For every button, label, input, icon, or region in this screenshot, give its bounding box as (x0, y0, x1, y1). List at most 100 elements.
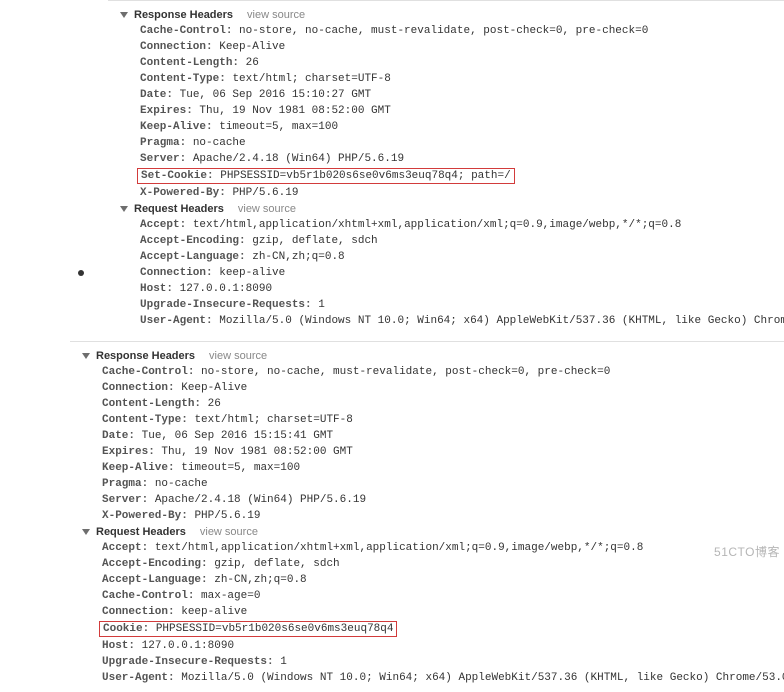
header-row: Connection: Keep-Alive (120, 39, 784, 55)
header-name: Host: (140, 283, 173, 295)
header-name: Content-Length: (140, 57, 239, 69)
header-row: Host: 127.0.0.1:8090 (82, 638, 784, 654)
header-name: Accept-Encoding: (140, 235, 246, 247)
header-row: Connection: Keep-Alive (82, 380, 784, 396)
header-value: PHP/5.6.19 (194, 510, 260, 522)
header-name: Expires: (140, 105, 193, 117)
header-name: Accept: (140, 219, 186, 231)
highlight-box: Cookie: PHPSESSID=vb5r1b020s6se0v6ms3euq… (99, 621, 397, 637)
header-value: 26 (208, 398, 221, 410)
header-value: Thu, 19 Nov 1981 08:52:00 GMT (161, 446, 352, 458)
header-value: no-store, no-cache, must-revalidate, pos… (201, 366, 610, 378)
view-source-link[interactable]: view source (238, 203, 296, 215)
header-row: Accept-Encoding: gzip, deflate, sdch (120, 233, 784, 249)
view-source-link[interactable]: view source (247, 9, 305, 21)
request-headers-list: Accept: text/html,application/xhtml+xml,… (82, 540, 784, 686)
header-row: Content-Length: 26 (120, 55, 784, 71)
header-value: 127.0.0.1:8090 (142, 640, 234, 652)
header-value: timeout=5, max=100 (219, 121, 338, 133)
header-row: Accept-Encoding: gzip, deflate, sdch (82, 556, 784, 572)
triangle-down-icon (82, 529, 90, 535)
header-value: text/html; charset=UTF-8 (194, 414, 352, 426)
header-name: User-Agent: (102, 672, 175, 684)
devtools-panel-1: Response Headers view source Cache-Contr… (108, 0, 784, 335)
header-row: Keep-Alive: timeout=5, max=100 (120, 119, 784, 135)
triangle-down-icon (82, 353, 90, 359)
header-row: Accept-Language: zh-CN,zh;q=0.8 (120, 249, 784, 265)
header-row: Accept: text/html,application/xhtml+xml,… (82, 540, 784, 556)
header-value: Apache/2.4.18 (Win64) PHP/5.6.19 (155, 494, 366, 506)
header-name: Content-Length: (102, 398, 201, 410)
header-row: Host: 127.0.0.1:8090 (120, 281, 784, 297)
header-row: Server: Apache/2.4.18 (Win64) PHP/5.6.19 (120, 151, 784, 167)
view-source-link[interactable]: view source (209, 350, 267, 362)
highlight-box: Set-Cookie: PHPSESSID=vb5r1b020s6se0v6ms… (137, 168, 515, 184)
response-headers-section[interactable]: Response Headers view source (82, 348, 784, 364)
section-title: Response Headers (96, 350, 195, 362)
header-row: Server: Apache/2.4.18 (Win64) PHP/5.6.19 (82, 492, 784, 508)
view-source-link[interactable]: view source (200, 526, 258, 538)
header-value: keep-alive (181, 606, 247, 618)
header-name: Connection: (102, 606, 175, 618)
header-value: zh-CN,zh;q=0.8 (252, 251, 344, 263)
header-name: Connection: (140, 41, 213, 53)
header-value: no-cache (193, 137, 246, 149)
request-headers-list: Accept: text/html,application/xhtml+xml,… (120, 217, 784, 329)
bullet-icon (78, 270, 84, 276)
header-value: zh-CN,zh;q=0.8 (214, 574, 306, 586)
header-name: Server: (140, 153, 186, 165)
header-value: 127.0.0.1:8090 (180, 283, 272, 295)
header-name: Cache-Control: (140, 25, 232, 37)
header-value: no-cache (155, 478, 208, 490)
request-headers-section[interactable]: Request Headers view source (120, 201, 784, 217)
header-row: Expires: Thu, 19 Nov 1981 08:52:00 GMT (120, 103, 784, 119)
header-row: Content-Type: text/html; charset=UTF-8 (120, 71, 784, 87)
header-name: Accept-Language: (102, 574, 208, 586)
header-row: Keep-Alive: timeout=5, max=100 (82, 460, 784, 476)
header-row: Date: Tue, 06 Sep 2016 15:15:41 GMT (82, 428, 784, 444)
watermark-text: 51CTO博客 (714, 543, 780, 560)
header-value: 1 (318, 299, 325, 311)
header-row: Accept-Language: zh-CN,zh;q=0.8 (82, 572, 784, 588)
header-value: Thu, 19 Nov 1981 08:52:00 GMT (199, 105, 390, 117)
header-name: Connection: (102, 382, 175, 394)
header-name: Expires: (102, 446, 155, 458)
request-headers-section[interactable]: Request Headers view source (82, 524, 784, 540)
header-name: Accept: (102, 542, 148, 554)
header-name: User-Agent: (140, 315, 213, 327)
header-name: Server: (102, 494, 148, 506)
header-name: Cache-Control: (102, 590, 194, 602)
header-row: User-Agent: Mozilla/5.0 (Windows NT 10.0… (120, 313, 784, 329)
header-name: Cache-Control: (102, 366, 194, 378)
header-name: Keep-Alive: (140, 121, 213, 133)
header-name: Date: (140, 89, 173, 101)
header-value: PHP/5.6.19 (232, 187, 298, 199)
header-value: PHPSESSID=vb5r1b020s6se0v6ms3euq78q4 (156, 623, 394, 635)
header-row: Content-Type: text/html; charset=UTF-8 (82, 412, 784, 428)
response-headers-section[interactable]: Response Headers view source (120, 7, 784, 23)
header-value: text/html; charset=UTF-8 (232, 73, 390, 85)
header-row: X-Powered-By: PHP/5.6.19 (120, 185, 784, 201)
header-row: Expires: Thu, 19 Nov 1981 08:52:00 GMT (82, 444, 784, 460)
header-row: Cache-Control: no-store, no-cache, must-… (120, 23, 784, 39)
header-row: Pragma: no-cache (82, 476, 784, 492)
triangle-down-icon (120, 12, 128, 18)
header-name: X-Powered-By: (102, 510, 188, 522)
header-row: Set-Cookie: PHPSESSID=vb5r1b020s6se0v6ms… (120, 167, 784, 185)
header-row: Upgrade-Insecure-Requests: 1 (82, 654, 784, 670)
header-row: Cache-Control: max-age=0 (82, 588, 784, 604)
triangle-down-icon (120, 206, 128, 212)
header-row: X-Powered-By: PHP/5.6.19 (82, 508, 784, 524)
header-value: keep-alive (219, 267, 285, 279)
header-name: Accept-Language: (140, 251, 246, 263)
header-value: no-store, no-cache, must-revalidate, pos… (239, 25, 648, 37)
header-row: Connection: keep-alive (82, 604, 784, 620)
header-value: max-age=0 (201, 590, 260, 602)
header-value: Keep-Alive (219, 41, 285, 53)
section-title: Request Headers (96, 526, 186, 538)
header-value: Mozilla/5.0 (Windows NT 10.0; Win64; x64… (219, 315, 784, 327)
header-value: 26 (246, 57, 259, 69)
header-row: Pragma: no-cache (120, 135, 784, 151)
header-value: Apache/2.4.18 (Win64) PHP/5.6.19 (193, 153, 404, 165)
section-title: Request Headers (134, 203, 224, 215)
